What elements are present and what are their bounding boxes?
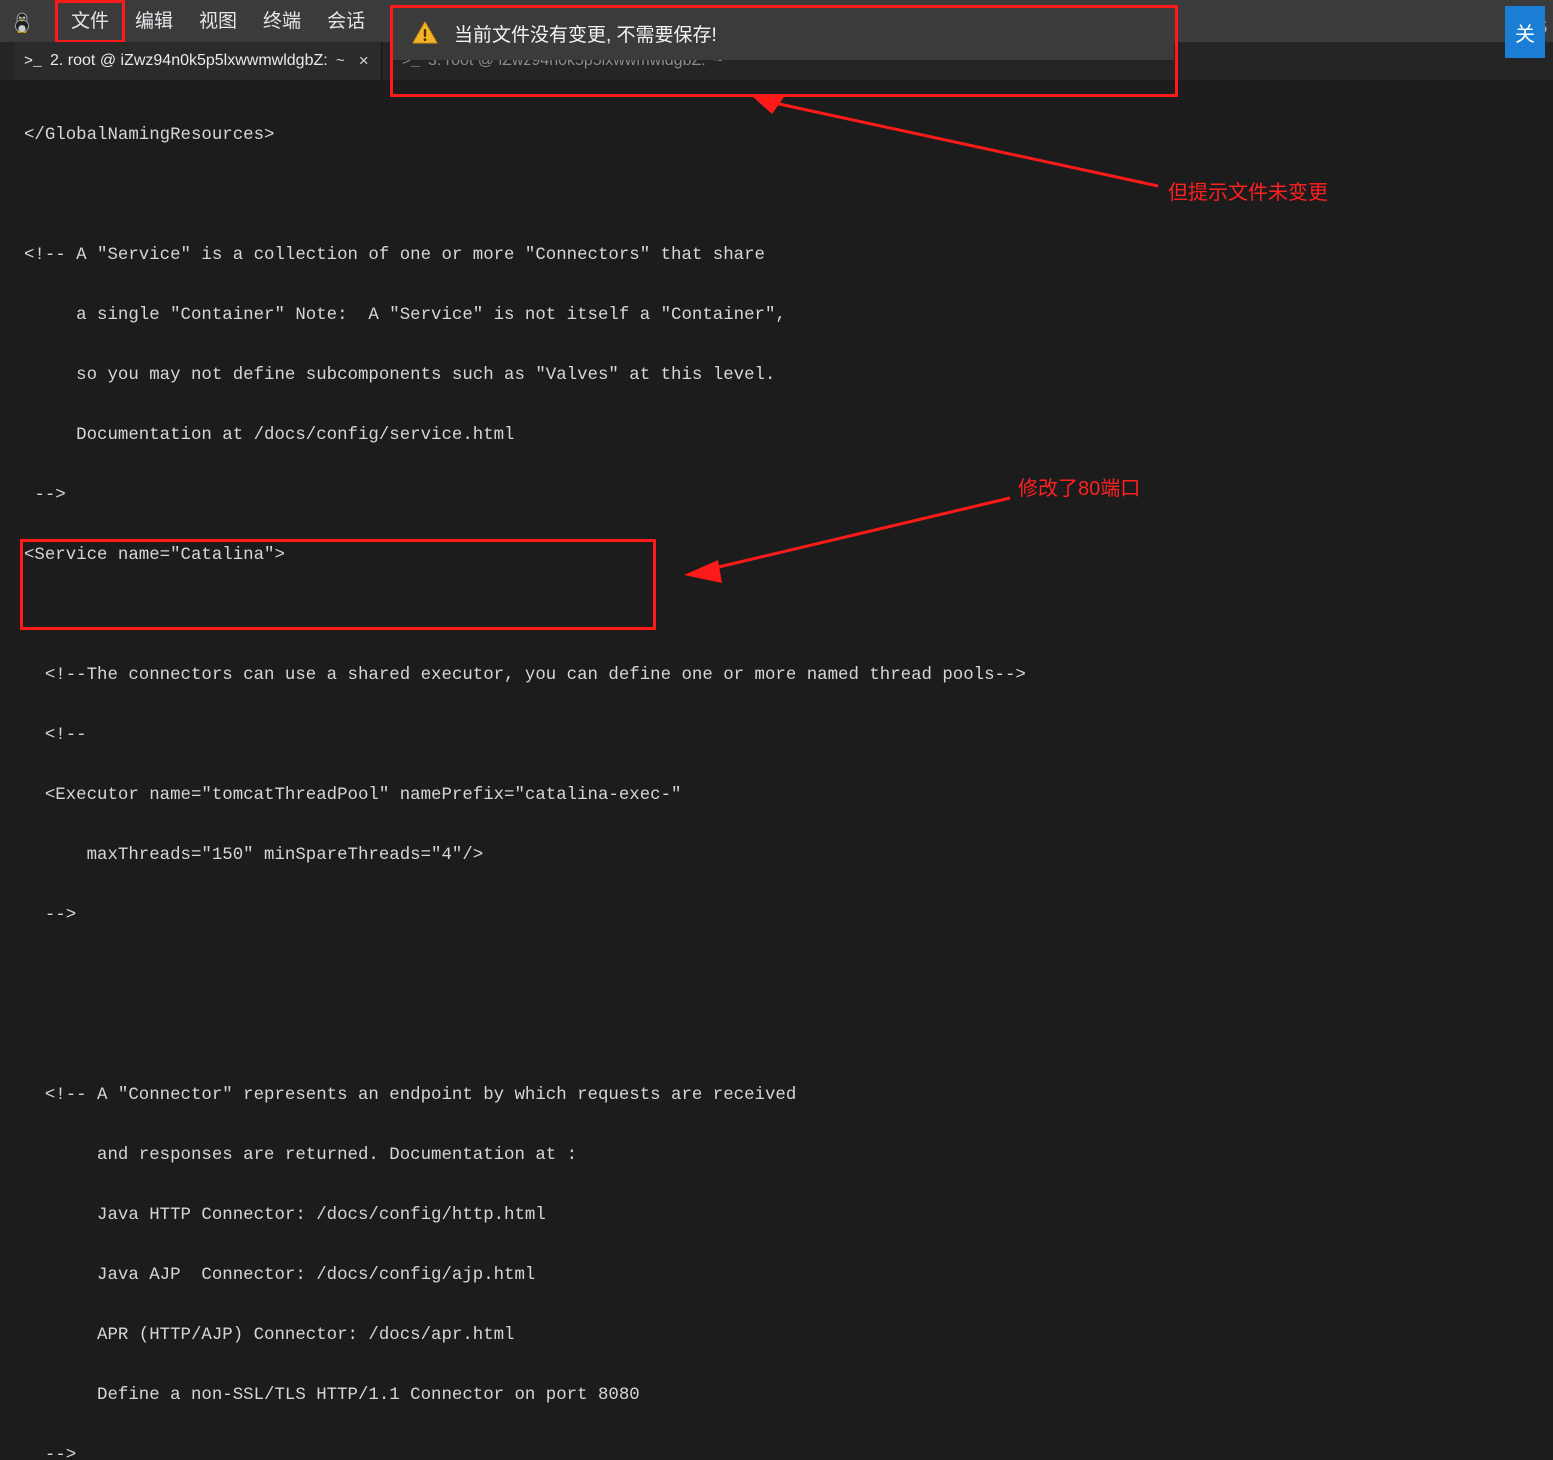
notification-message: 当前文件没有变更, 不需要保存! [454, 24, 717, 46]
menu-item-file[interactable]: 文件 [54, 0, 126, 43]
terminal-line: --> [24, 906, 77, 925]
terminal-line: </GlobalNamingResources> [24, 126, 275, 145]
annotation-no-change-note: 但提示文件未变更 [1168, 182, 1328, 204]
terminal-line: <!--The connectors can use a shared exec… [24, 666, 1026, 685]
tab-session-2[interactable]: >_ 2. root @ iZwz94n0k5p5lxwwmwldgbZ: ~ … [14, 42, 382, 80]
terminal-line: --> [24, 1446, 77, 1460]
menu-item-session[interactable]: 会话 [314, 3, 378, 40]
menu-item-terminal[interactable]: 终端 [250, 3, 314, 40]
warning-triangle-icon [412, 20, 438, 46]
terminal-line: Java AJP Connector: /docs/config/ajp.htm… [24, 1266, 536, 1285]
prompt-icon: >_ [24, 52, 43, 70]
terminal-line: and responses are returned. Documentatio… [24, 1146, 578, 1165]
terminal-line: Documentation at /docs/config/service.ht… [24, 426, 515, 445]
tab-label: 2. root @ iZwz94n0k5p5lxwwmwldgbZ: [50, 52, 328, 69]
linux-penguin-icon [8, 9, 36, 35]
terminal-line: Define a non-SSL/TLS HTTP/1.1 Connector … [24, 1386, 640, 1405]
terminal-line: Java HTTP Connector: /docs/config/http.h… [24, 1206, 546, 1225]
close-window-button[interactable]: 关 [1505, 6, 1545, 58]
terminal-line: <!-- [24, 726, 87, 745]
terminal-line: <!-- A "Connector" represents an endpoin… [24, 1086, 797, 1105]
terminal-line: --> [24, 486, 66, 505]
terminal-line: <Service name="Catalina"> [24, 546, 285, 565]
menu-item-view[interactable]: 视图 [186, 3, 250, 40]
terminal-line: APR (HTTP/AJP) Connector: /docs/apr.html [24, 1326, 515, 1345]
terminal-app-window: 文件 编辑 视图 终端 会话 帮助 >_ 2. root @ iZwz94n0k… [0, 0, 1553, 1460]
terminal-line: so you may not define subcomponents such… [24, 366, 776, 385]
terminal-line: maxThreads="150" minSpareThreads="4"/> [24, 846, 484, 865]
menu-item-list: 文件 编辑 视图 终端 会话 帮助 [54, 0, 442, 43]
terminal-line: a single "Container" Note: A "Service" i… [24, 306, 786, 325]
notification-banner: 当前文件没有变更, 不需要保存! [392, 6, 1174, 60]
close-icon[interactable]: × [359, 51, 369, 71]
menu-item-edit[interactable]: 编辑 [122, 3, 186, 40]
annotation-port-80-note: 修改了80端口 [1018, 478, 1141, 500]
terminal-line: <Executor name="tomcatThreadPool" namePr… [24, 786, 682, 805]
tab-path: ~ [335, 52, 345, 70]
terminal-line: <!-- A "Service" is a collection of one … [24, 246, 765, 265]
